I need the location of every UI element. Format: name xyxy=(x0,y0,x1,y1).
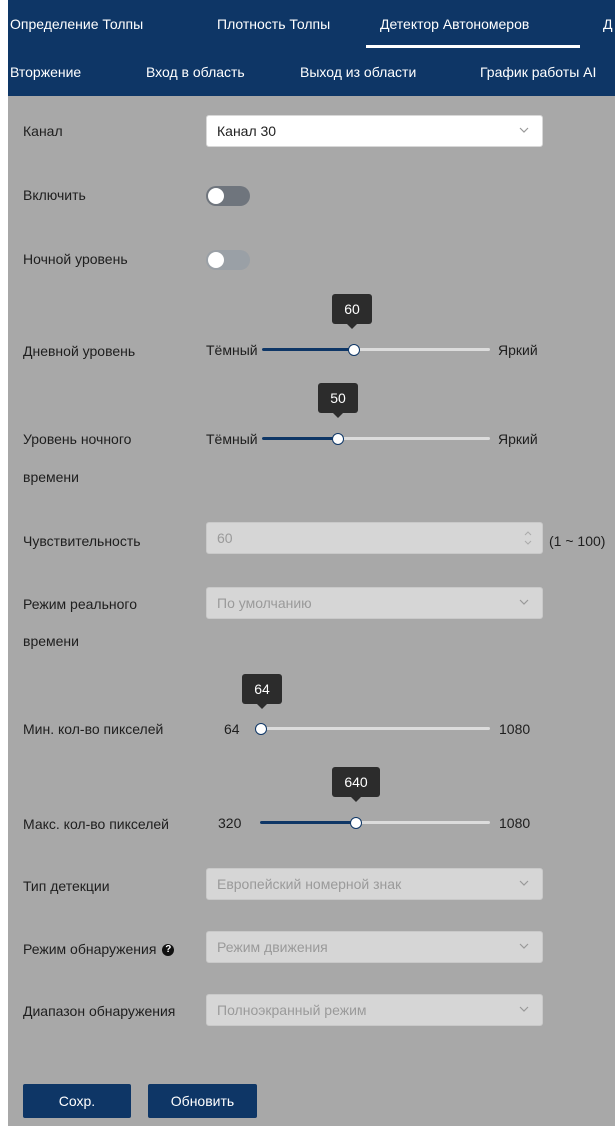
max-pixels-thumb[interactable] xyxy=(350,817,362,829)
detection-range-value: Полноэкранный режим xyxy=(217,1002,367,1018)
toggle-knob xyxy=(208,252,224,268)
night-level-toggle[interactable] xyxy=(206,250,250,270)
detection-type-label: Тип детекции xyxy=(23,878,110,894)
channel-value: Канал 30 xyxy=(217,123,277,139)
min-pixels-min-label: 64 xyxy=(224,721,240,737)
tab-plate-detector[interactable]: Детектор Автономеров xyxy=(380,0,529,48)
detection-type-value: Европейский номерной знак xyxy=(217,876,402,892)
max-pixels-min-label: 320 xyxy=(218,815,242,831)
help-icon[interactable]: ? xyxy=(162,944,175,957)
sensitivity-label: Чувствительность xyxy=(23,533,141,549)
night-time-level-max-label: Яркий xyxy=(498,431,538,447)
min-pixels-thumb[interactable] xyxy=(255,723,267,735)
max-pixels-tooltip: 640 xyxy=(332,767,380,802)
sensitivity-value: 60 xyxy=(217,530,233,546)
min-pixels-max-label: 1080 xyxy=(499,721,531,737)
tab-ai-schedule[interactable]: График работы AI xyxy=(480,48,596,96)
min-pixels-label: Мин. кол-во пикселей xyxy=(23,721,164,737)
detection-mode-select[interactable]: Режим движения xyxy=(206,931,543,963)
chevron-down-icon xyxy=(519,127,529,133)
tab-more[interactable]: Д xyxy=(603,0,612,48)
detection-mode-value: Режим движения xyxy=(217,939,328,955)
channel-label: Канал xyxy=(23,123,63,139)
day-level-fill xyxy=(262,348,354,351)
night-time-level-label-line2: времени xyxy=(23,469,79,485)
sensitivity-input[interactable]: 60 xyxy=(206,522,543,554)
night-time-level-tooltip: 50 xyxy=(318,383,358,418)
enable-toggle[interactable] xyxy=(206,186,250,206)
refresh-button[interactable]: Обновить xyxy=(148,1084,257,1118)
day-level-thumb[interactable] xyxy=(348,344,360,356)
detection-mode-label: Режим обнаружения xyxy=(23,941,157,957)
tab-crowd-detection[interactable]: Определение Толпы xyxy=(10,0,143,48)
night-time-level-label-line1: Уровень ночного xyxy=(23,431,132,447)
chevron-down-icon xyxy=(519,1006,529,1012)
chevron-down-icon xyxy=(519,880,529,886)
channel-select[interactable]: Канал 30 xyxy=(206,115,543,147)
realtime-mode-label-line2: времени xyxy=(23,633,79,649)
tab-crowd-density[interactable]: Плотность Толпы xyxy=(217,0,330,48)
max-pixels-fill xyxy=(260,821,356,824)
min-pixels-track[interactable] xyxy=(260,727,490,730)
tab-area-entry[interactable]: Вход в область xyxy=(146,48,245,96)
night-time-level-fill xyxy=(262,437,338,440)
tab-intrusion[interactable]: Вторжение xyxy=(10,48,81,96)
day-level-min-label: Тёмный xyxy=(206,342,258,358)
realtime-mode-select[interactable]: По умолчанию xyxy=(206,587,543,619)
stepper-icon[interactable] xyxy=(522,526,534,550)
max-pixels-label: Макс. кол-во пикселей xyxy=(23,816,169,832)
max-pixels-max-label: 1080 xyxy=(499,815,531,831)
sensitivity-range-hint: (1 ~ 100) xyxy=(549,533,606,549)
detection-range-select[interactable]: Полноэкранный режим xyxy=(206,994,543,1026)
night-time-level-min-label: Тёмный xyxy=(206,431,258,447)
left-edge xyxy=(0,0,8,1126)
chevron-down-icon xyxy=(519,943,529,949)
night-time-level-thumb[interactable] xyxy=(332,433,344,445)
enable-label: Включить xyxy=(23,187,86,203)
day-level-max-label: Яркий xyxy=(498,342,538,358)
detection-type-select[interactable]: Европейский номерной знак xyxy=(206,868,543,900)
detection-mode-label-wrap: Режим обнаружения ? xyxy=(23,941,175,957)
chevron-down-icon xyxy=(519,599,529,605)
save-button[interactable]: Сохр. xyxy=(23,1084,131,1118)
detection-range-label: Диапазон обнаружения xyxy=(23,1003,176,1019)
top-navigation: Определение Толпы Плотность Толпы Детект… xyxy=(8,0,615,96)
toggle-knob xyxy=(208,188,224,204)
realtime-mode-label-line1: Режим реального xyxy=(23,596,137,612)
tab-area-exit[interactable]: Выход из области xyxy=(300,48,416,96)
min-pixels-tooltip: 64 xyxy=(242,674,282,709)
realtime-mode-value: По умолчанию xyxy=(217,595,312,611)
day-level-tooltip: 60 xyxy=(332,294,372,329)
day-level-label: Дневной уровень xyxy=(23,343,136,359)
night-level-label: Ночной уровень xyxy=(23,251,128,267)
